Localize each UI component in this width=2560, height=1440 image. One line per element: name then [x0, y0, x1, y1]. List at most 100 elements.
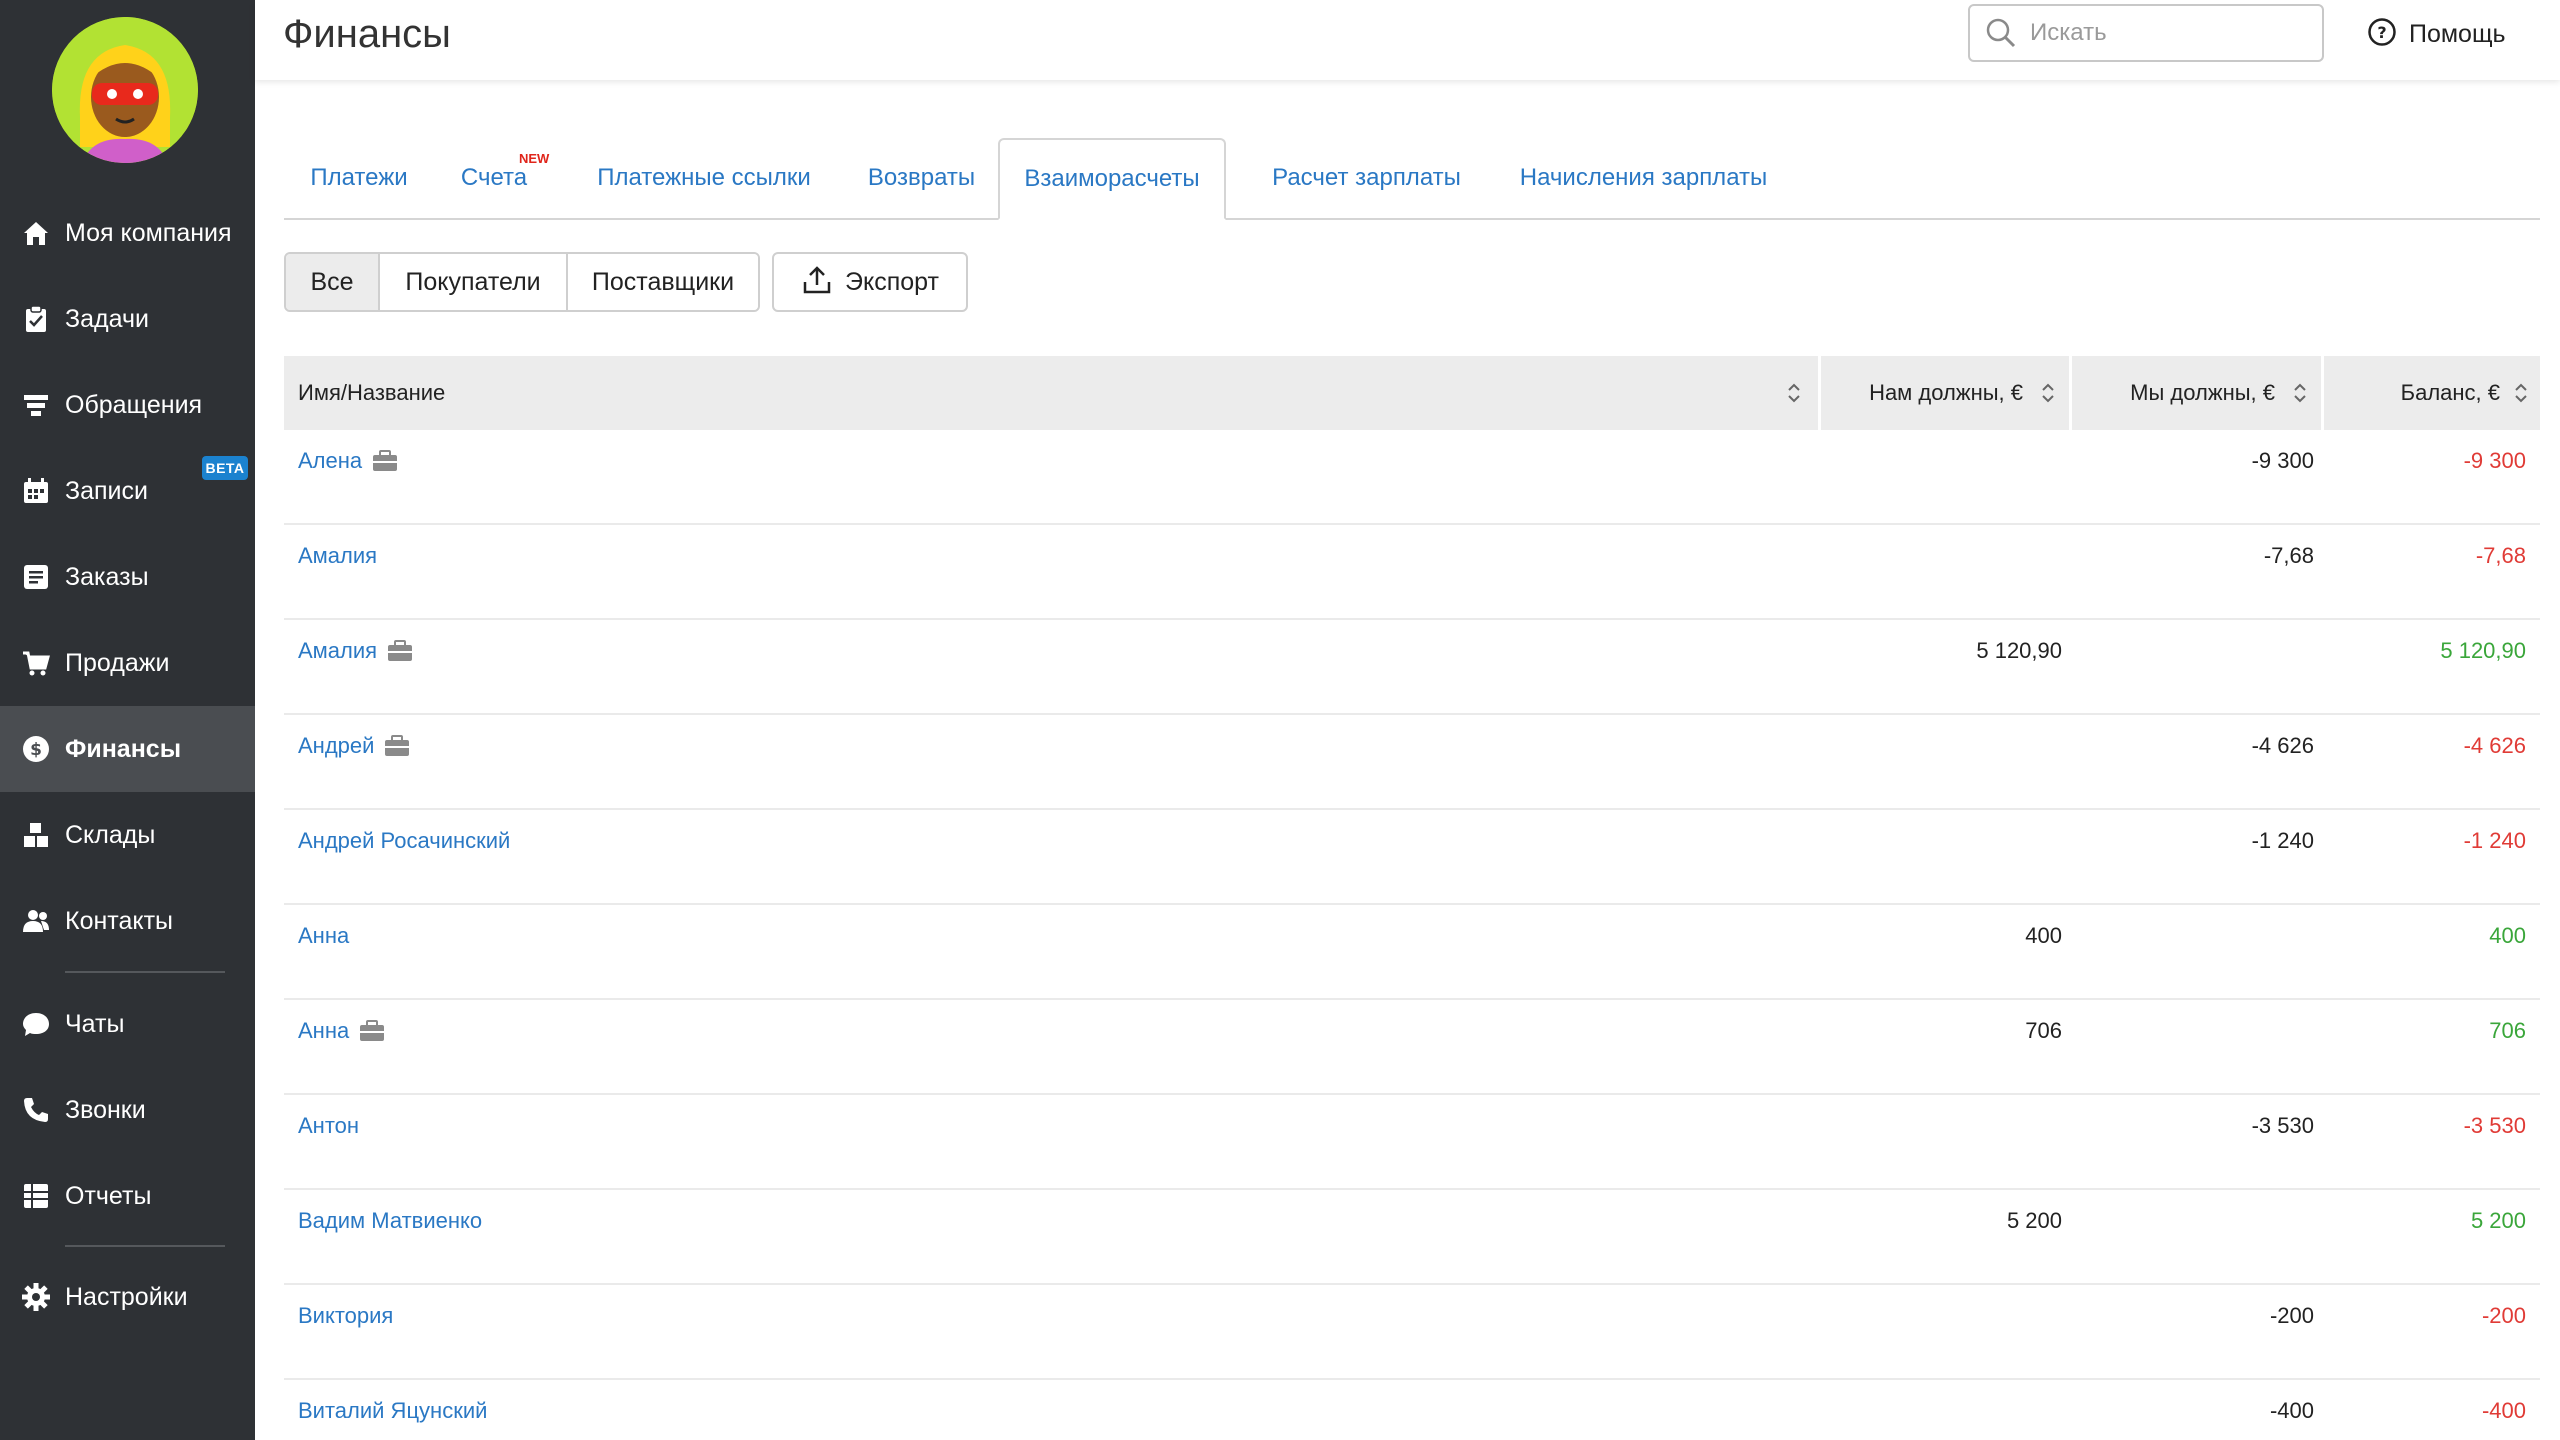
owed-to-us-value: 5 200 — [2006, 1208, 2062, 1233]
calendar-icon — [20, 475, 52, 507]
counterparty-link[interactable]: Анна — [298, 923, 349, 949]
search-input[interactable] — [2028, 18, 2312, 48]
page-title: Финансы — [283, 12, 451, 56]
table-row: Вадим Матвиенко 5 200 5 200 — [284, 1190, 2540, 1285]
balance-value: -3 530 — [2463, 1113, 2526, 1138]
owed-to-us-value: 706 — [2025, 1018, 2062, 1043]
table-row: Амалия -7,68 -7,68 — [284, 525, 2540, 620]
tab-salary-accruals[interactable]: Начисления зарплаты — [1487, 138, 1800, 218]
table-row: Анна 400 400 — [284, 905, 2540, 1000]
counterparty-name: Виталий Яцунский — [298, 1398, 488, 1423]
sidebar-item-label: Продажи — [65, 648, 170, 677]
we-owe-value: -9 300 — [2251, 448, 2314, 473]
sidebar-item-requests[interactable]: Обращения — [0, 362, 255, 448]
cart-icon — [20, 647, 52, 679]
counterparty-name: Андрей Росачинский — [298, 828, 511, 853]
column-header-label: Баланс, € — [2400, 380, 2500, 405]
sidebar-item-chats[interactable]: Чаты — [0, 981, 255, 1067]
sidebar-item-label: Контакты — [65, 906, 173, 935]
sidebar-item-label: Отчеты — [65, 1181, 152, 1210]
balance-value: -4 626 — [2463, 733, 2526, 758]
help-label: Помощь — [2409, 19, 2506, 48]
column-header-label: Нам должны, € — [1869, 380, 2023, 405]
filter-buyers-button[interactable]: Покупатели — [378, 254, 566, 310]
tab-payroll[interactable]: Расчет зарплаты — [1234, 138, 1499, 218]
sidebar-item-label: Моя компания — [65, 218, 232, 247]
table-row: Виталий Яцунский -400 -400 — [284, 1380, 2540, 1440]
counterparty-link[interactable]: Андрей — [298, 733, 410, 759]
top-header: Финансы ? Помощь — [255, 0, 2560, 80]
counterparty-link[interactable]: Амалия — [298, 638, 413, 664]
table-header: Имя/Название Нам должны, € Мы должны, € … — [284, 356, 2540, 430]
we-owe-value: -3 530 — [2251, 1113, 2314, 1138]
balance-value: -1 240 — [2463, 828, 2526, 853]
search-box[interactable] — [1968, 4, 2324, 62]
counterparty-link[interactable]: Вадим Матвиенко — [298, 1208, 482, 1234]
sidebar-divider — [65, 1245, 225, 1247]
counterparty-link[interactable]: Антон — [298, 1113, 359, 1139]
counterparty-link[interactable]: Алена — [298, 448, 398, 474]
sidebar-divider — [65, 971, 225, 973]
export-button[interactable]: Экспорт — [772, 252, 968, 312]
tab-payments[interactable]: Платежи — [284, 138, 434, 218]
we-owe-value: -1 240 — [2251, 828, 2314, 853]
chat-bubble-icon — [20, 1008, 52, 1040]
balance-value: 400 — [2489, 923, 2526, 948]
clipboard-icon — [20, 303, 52, 335]
sidebar-item-settings[interactable]: Настройки — [0, 1254, 255, 1340]
sidebar-item-my-company[interactable]: Моя компания — [0, 190, 255, 276]
new-badge: NEW — [519, 151, 550, 166]
filter-all-button[interactable]: Все — [286, 254, 378, 310]
table-row: Алена -9 300 -9 300 — [284, 430, 2540, 525]
counterparty-link[interactable]: Андрей Росачинский — [298, 828, 510, 854]
filter-suppliers-button[interactable]: Поставщики — [566, 254, 758, 310]
column-header-label: Имя/Название — [298, 380, 446, 405]
help-button[interactable]: ? Помощь — [2367, 14, 2506, 54]
sidebar-item-label: Записи — [65, 476, 148, 505]
sidebar-item-label: Финансы — [65, 734, 182, 763]
column-header-we-owe[interactable]: Мы должны, € — [2072, 356, 2321, 430]
counterparty-link[interactable]: Виталий Яцунский — [298, 1398, 487, 1424]
sidebar-item-sales[interactable]: Продажи — [0, 620, 255, 706]
upload-icon — [801, 264, 833, 301]
counterparty-link[interactable]: Виктория — [298, 1303, 393, 1329]
tab-settlements[interactable]: Взаиморасчеты — [998, 138, 1226, 220]
counterparty-name: Виктория — [298, 1303, 394, 1328]
briefcase-icon — [387, 640, 413, 662]
sidebar-item-label: Настройки — [65, 1282, 188, 1311]
sidebar: Моя компания Задачи Обращения Записи BET… — [0, 0, 255, 1440]
counterparty-link[interactable]: Анна — [298, 1018, 385, 1044]
sidebar-item-reports[interactable]: Отчеты — [0, 1153, 255, 1239]
balance-value: 5 200 — [2470, 1208, 2526, 1233]
column-header-balance[interactable]: Баланс, € — [2324, 356, 2540, 430]
sidebar-item-tasks[interactable]: Задачи — [0, 276, 255, 362]
user-avatar[interactable] — [52, 17, 198, 163]
counterparty-name: Амалия — [298, 543, 378, 568]
home-icon — [20, 217, 52, 249]
sidebar-item-warehouses[interactable]: Склады — [0, 792, 255, 878]
sidebar-item-label: Склады — [65, 820, 156, 849]
sidebar-item-orders[interactable]: Заказы — [0, 534, 255, 620]
svg-text:?: ? — [2377, 23, 2386, 42]
briefcase-icon — [372, 450, 398, 472]
sort-icon — [2041, 381, 2055, 405]
sidebar-item-calls[interactable]: Звонки — [0, 1067, 255, 1153]
tab-invoices[interactable]: Счета — [434, 138, 554, 218]
tab-refunds[interactable]: Возвраты — [834, 138, 1009, 218]
owed-to-us-value: 400 — [2025, 923, 2062, 948]
column-header-name[interactable]: Имя/Название — [284, 356, 1818, 430]
tab-payment-links[interactable]: Платежные ссылки — [574, 138, 834, 218]
export-label: Экспорт — [845, 267, 939, 296]
gear-icon — [20, 1281, 52, 1313]
column-header-owed-to-us[interactable]: Нам должны, € — [1821, 356, 2069, 430]
table-row: Амалия 5 120,90 5 120,90 — [284, 620, 2540, 715]
balance-value: 5 120,90 — [2440, 638, 2526, 663]
sort-icon — [2293, 381, 2307, 405]
sidebar-item-contacts[interactable]: Контакты — [0, 878, 255, 964]
balance-value: -200 — [2481, 1303, 2526, 1328]
sidebar-item-finance[interactable]: $ Финансы — [0, 706, 255, 792]
counterparty-link[interactable]: Амалия — [298, 543, 377, 569]
balance-value: 706 — [2489, 1018, 2526, 1043]
counterparty-name: Анна — [298, 923, 350, 948]
balance-value: -7,68 — [2475, 543, 2526, 568]
